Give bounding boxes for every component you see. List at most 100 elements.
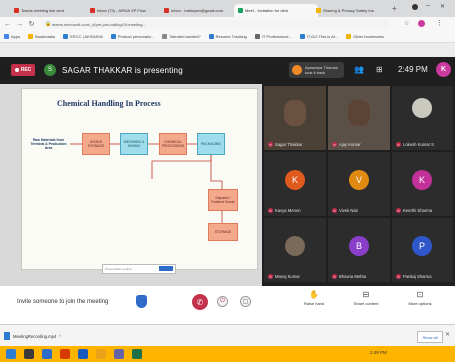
- show-all-button[interactable]: Show all: [417, 331, 443, 343]
- participant-name: ✕ Vivek Nair: [332, 208, 358, 213]
- flowchart-connectors: [70, 143, 223, 223]
- profile-icon[interactable]: [412, 4, 418, 10]
- close-window-icon[interactable]: ✕: [440, 3, 445, 10]
- download-item[interactable]: MeetingRecording.mp4 ^: [4, 330, 88, 342]
- participant-name: ✕ Ajay Kumar: [332, 142, 361, 147]
- shield-icon[interactable]: [136, 295, 147, 308]
- mic-toggle-button[interactable]: ⏻: [217, 296, 228, 307]
- more-options-button[interactable]: ⊡ More options: [396, 290, 444, 306]
- url-input[interactable]: 🔒 teams.microsoft.com/_#/pre-join-callin…: [42, 20, 390, 29]
- meeting-timer: 2:49 PM: [398, 65, 428, 74]
- app-icon[interactable]: [60, 349, 70, 359]
- teams-icon[interactable]: [114, 349, 124, 359]
- taskview-icon[interactable]: [42, 349, 52, 359]
- start-icon[interactable]: [6, 349, 16, 359]
- back-icon[interactable]: ←: [3, 20, 12, 29]
- bookmark-item[interactable]: Bookmarks: [28, 34, 55, 39]
- bookmarks-bar: Apps Bookmarks ERCC | AKSHAYA Product pe…: [0, 31, 455, 43]
- close-icon[interactable]: ✕: [445, 331, 450, 338]
- take-back-notice[interactable]: Ayswarya Thomas took it back: [289, 62, 344, 78]
- participant-name-text: Kavya Menon: [275, 208, 301, 213]
- bookmark-item[interactable]: IT-D/2 This is At...: [299, 34, 338, 39]
- bookmark-item[interactable]: Talented wanted?: [162, 34, 201, 39]
- avatar: V: [349, 170, 369, 190]
- flow-node-intake: INTAKE STORAGE: [82, 133, 110, 155]
- recording-badge: REC: [11, 64, 35, 76]
- participant-tile[interactable]: ✕ Lokesh Kumar S: [392, 86, 453, 150]
- reload-icon[interactable]: ↻: [27, 20, 36, 29]
- bookmark-item[interactable]: Other bookmarks: [346, 34, 384, 39]
- participant-tile[interactable]: B ✕ Bhavna Mehta: [328, 218, 390, 282]
- participant-name-text: Ajay Kumar: [339, 142, 361, 147]
- browser-tab[interactable]: Inbox - babhyam@gmail.com: [160, 4, 240, 17]
- tab-favicon-icon: [164, 8, 169, 13]
- participant-tile[interactable]: ✕ Manoj Kumar: [264, 218, 326, 282]
- download-filename: MeetingRecording.mp4: [13, 333, 57, 339]
- participant-name-text: Sagar Thakkar: [275, 142, 303, 147]
- participant-tile[interactable]: ✕ Sagar Thakkar: [264, 86, 326, 150]
- presenter-initial: S: [47, 67, 52, 73]
- mic-off-icon: ✕: [268, 208, 273, 213]
- raise-hand-button[interactable]: ✋ Raise hand: [290, 290, 338, 306]
- star-icon[interactable]: ☆: [404, 20, 409, 27]
- tab-favicon-icon: [238, 8, 243, 13]
- share-icon: ⊟: [362, 290, 370, 299]
- chrome-icon[interactable]: [96, 349, 106, 359]
- meeting-controls: Invite someone to join the meeting ✆ ⏻ ▢…: [0, 286, 455, 320]
- bookmark-item[interactable]: Product personaliz...: [110, 34, 154, 39]
- folder-icon: [346, 34, 352, 39]
- site-icon: [63, 34, 69, 39]
- page-gap: [0, 43, 455, 57]
- camera-toggle-button[interactable]: ▢: [240, 296, 251, 307]
- bookmark-item[interactable]: Apps: [4, 34, 20, 39]
- slide-toolbar-button[interactable]: [159, 266, 173, 271]
- bookmark-label: Apps: [11, 34, 21, 39]
- search-icon[interactable]: [24, 349, 34, 359]
- participant-tile[interactable]: ✕ Ajay Kumar: [328, 86, 390, 150]
- grid-view-icon[interactable]: ⊞: [376, 65, 383, 74]
- tab-favicon-icon: [316, 8, 321, 13]
- share-tray-label: Share content: [353, 301, 379, 306]
- browser-tab[interactable]: Teams meeting link sent: [10, 4, 92, 17]
- more-icon: ⊡: [416, 290, 424, 299]
- browser-tab-active[interactable]: Meet - Invitation for dem: [234, 4, 318, 17]
- bookmark-item[interactable]: IT Professional...: [254, 34, 292, 39]
- leave-button[interactable]: ✆: [192, 294, 208, 310]
- participant-name-text: Keerthi Sharma: [403, 208, 433, 213]
- mic-off-icon: ✕: [396, 142, 401, 147]
- share-tray-button[interactable]: ⊟ Share content: [342, 290, 390, 306]
- chevron-up-icon[interactable]: ^: [59, 334, 61, 339]
- user-initial: K: [440, 66, 447, 73]
- browser-tab[interactable]: Sharing & Privacy Safety Ins: [312, 4, 396, 17]
- participant-tile[interactable]: K ✕ Keerthi Sharma: [392, 152, 453, 216]
- tab-label: Inbox (73) - ARIVA VP Flow: [97, 8, 146, 13]
- bookmark-label: IT Professional...: [261, 34, 292, 39]
- mic-off-icon: ✕: [268, 142, 273, 147]
- connector-arrow: [151, 155, 212, 179]
- account-icon[interactable]: [418, 20, 425, 27]
- tab-label: Inbox - babhyam@gmail.com: [171, 8, 224, 13]
- bookmark-item[interactable]: Resume Tracking: [208, 34, 247, 39]
- participant-name-text: Bhavna Mehta: [339, 274, 367, 279]
- bookmark-label: Talented wanted?: [169, 34, 201, 39]
- browser-tab[interactable]: Inbox (73) - ARIVA VP Flow: [86, 4, 166, 17]
- participants-icon[interactable]: 👥: [354, 65, 364, 74]
- slide-toolbar[interactable]: Presentation toolbar: [102, 264, 176, 274]
- user-avatar[interactable]: K: [436, 62, 451, 77]
- site-icon: [110, 34, 116, 39]
- forward-icon[interactable]: →: [15, 20, 24, 29]
- system-tray-clock[interactable]: 2:49 PM: [370, 350, 387, 355]
- bookmark-item[interactable]: ERCC | AKSHAYA: [63, 34, 103, 39]
- minimize-icon[interactable]: –: [426, 2, 430, 9]
- mic-off-icon: ✕: [332, 142, 337, 147]
- excel-icon[interactable]: [132, 349, 142, 359]
- participant-tile[interactable]: V ✕ Vivek Nair: [328, 152, 390, 216]
- video-feed: [348, 100, 370, 126]
- participant-tile[interactable]: P ✕ Pankaj Sharma: [392, 218, 453, 282]
- new-tab-icon[interactable]: +: [392, 4, 397, 13]
- mic-off-icon: ⏻: [220, 298, 225, 304]
- menu-icon[interactable]: ⋮: [436, 19, 443, 27]
- word-icon[interactable]: [78, 349, 88, 359]
- participant-tile[interactable]: K ✕ Kavya Menon: [264, 152, 326, 216]
- invite-status-text: Invite someone to join the meeting: [17, 299, 109, 305]
